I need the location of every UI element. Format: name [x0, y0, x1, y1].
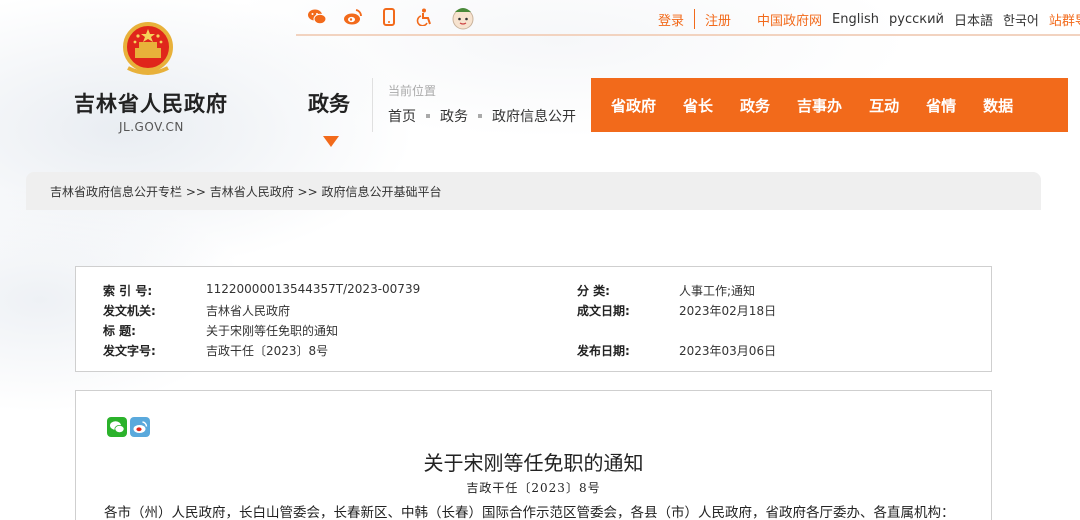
site-domain: JL.GOV.CN — [119, 120, 184, 134]
share-weibo-icon[interactable] — [130, 417, 150, 437]
accessibility-icon[interactable] — [414, 6, 436, 28]
russian-link[interactable]: русский — [889, 12, 944, 27]
site-nav-link[interactable]: 站群导航 — [1049, 10, 1080, 29]
english-link[interactable]: English — [832, 12, 879, 27]
meta-row: 标 题: 关于宋刚等任免职的通知 — [76, 322, 991, 342]
document-title: 关于宋刚等任免职的通知 — [423, 451, 644, 475]
national-emblem-icon — [120, 20, 176, 78]
main-nav: 省政府 省长 政务 吉事办 互动 省情 数据 — [591, 78, 1068, 132]
nav-item-province-info[interactable]: 省情 — [926, 95, 956, 116]
site-name[interactable]: 吉林省人民政府 — [74, 88, 228, 118]
meta-row: 索 引 号: 11220000013544357T/2023-00739 分 类… — [76, 282, 991, 302]
nav-item-jishiban[interactable]: 吉事办 — [797, 95, 842, 116]
document-content: 关于宋刚等任免职的通知 吉政干任〔2023〕8号 各市（州）人民政府，长白山管委… — [75, 390, 992, 520]
crumb-dot — [478, 114, 482, 118]
login-divider — [694, 9, 696, 29]
nav-item-interaction[interactable]: 互动 — [869, 95, 899, 116]
breadcrumb[interactable]: 吉林省政府信息公开专栏 >> 吉林省人民政府 >> 政府信息公开基础平台 — [26, 172, 1041, 210]
meta-publish-value: 2023年03月06日 — [679, 344, 777, 358]
meta-doc-no-value: 吉政干任〔2023〕8号 — [206, 344, 329, 358]
header-divider — [372, 78, 373, 132]
crumb-dot — [426, 114, 430, 118]
location-breadcrumb: 首页 政务 政府信息公开 — [388, 106, 576, 126]
top-utility-bar: 登录 注册 中国政府网 English русский 日本語 한국어 站群导航 — [296, 0, 1080, 36]
share-wechat-icon[interactable] — [107, 417, 127, 437]
meta-category-label: 分 类: — [577, 284, 610, 298]
register-link[interactable]: 注册 — [705, 10, 731, 29]
location-label: 当前位置 — [388, 84, 437, 98]
document-meta-table: 索 引 号: 11220000013544357T/2023-00739 分 类… — [75, 266, 992, 372]
japanese-link[interactable]: 日本語 — [954, 10, 993, 29]
gov-site-link[interactable]: 中国政府网 — [757, 10, 822, 29]
nav-item-provincial-gov[interactable]: 省政府 — [611, 95, 656, 116]
document-body: 各市（州）人民政府，长白山管委会，长春新区、中韩（长春）国际合作示范区管委会，各… — [104, 505, 955, 520]
weibo-icon[interactable] — [342, 6, 364, 28]
top-icon-group — [306, 4, 476, 30]
section-title: 政务 — [308, 92, 350, 116]
meta-row: 发文字号: 吉政干任〔2023〕8号 发布日期: 2023年03月06日 — [76, 342, 991, 362]
nav-item-data[interactable]: 数据 — [983, 95, 1013, 116]
meta-date-written-label: 成文日期: — [577, 304, 630, 318]
meta-index-value: 11220000013544357T/2023-00739 — [206, 282, 421, 296]
meta-index-label: 索 引 号: — [103, 284, 153, 298]
login-link[interactable]: 登录 — [658, 10, 684, 29]
meta-issuer-value: 吉林省人民政府 — [206, 304, 291, 318]
section-arrow-icon — [323, 136, 339, 147]
document-number: 吉政干任〔2023〕8号 — [466, 481, 601, 495]
meta-row: 发文机关: 吉林省人民政府 成文日期: 2023年02月18日 — [76, 302, 991, 322]
top-link-group: 登录 注册 中国政府网 English русский 日本語 한국어 站群导航 — [658, 9, 1080, 29]
meta-category-value: 人事工作;通知 — [679, 284, 756, 298]
meta-publish-label: 发布日期: — [577, 344, 630, 358]
location-crumb-info[interactable]: 政府信息公开 — [492, 106, 576, 126]
wechat-icon[interactable] — [306, 6, 328, 28]
korean-link[interactable]: 한국어 — [1003, 10, 1039, 29]
meta-issuer-label: 发文机关: — [103, 304, 156, 318]
meta-title-value: 关于宋刚等任免职的通知 — [206, 324, 339, 338]
meta-title-label: 标 题: — [103, 324, 136, 338]
nav-item-affairs[interactable]: 政务 — [740, 95, 770, 116]
meta-doc-no-label: 发文字号: — [103, 344, 156, 358]
mascot-icon[interactable] — [450, 4, 476, 30]
location-crumb-affairs[interactable]: 政务 — [440, 106, 468, 126]
location-crumb-home[interactable]: 首页 — [388, 106, 416, 126]
nav-item-governor[interactable]: 省长 — [683, 95, 713, 116]
meta-date-written-value: 2023年02月18日 — [679, 304, 777, 318]
mobile-icon[interactable] — [378, 6, 400, 28]
